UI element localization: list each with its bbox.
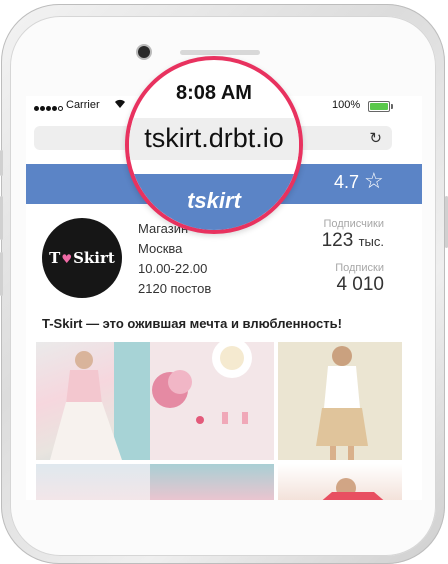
followers-label: Подписчики — [323, 218, 384, 230]
profile-post-count: 2120 постов — [138, 281, 212, 296]
front-camera — [138, 46, 150, 58]
followers-stat[interactable]: Подписчики 123 тыс. — [322, 218, 384, 253]
avatar[interactable]: T♥Skirt — [42, 218, 122, 298]
battery-percent: 100% — [332, 99, 361, 111]
reload-icon[interactable]: ↻ — [369, 129, 382, 147]
photo-grid — [26, 342, 422, 500]
brand-name: tskirt — [187, 188, 241, 213]
following-stat[interactable]: Подписки 4 010 — [335, 262, 384, 296]
speaker-grille — [180, 50, 260, 55]
followers-unit: тыс. — [358, 234, 384, 249]
photo-tile[interactable] — [36, 464, 154, 500]
photo-tile[interactable] — [278, 464, 402, 500]
heart-icon: ♥ — [61, 252, 73, 266]
profile-city: Москва — [138, 241, 183, 256]
photo-tile[interactable] — [150, 342, 274, 460]
signal-dots — [34, 102, 64, 114]
phone-frame: Carrier 100% ↻ 4.7 ☆ T♥Skirt Магазин Мос… — [0, 0, 448, 564]
rating-value: 4.7 — [334, 172, 360, 192]
url-text: tskirt.drbt.io — [144, 123, 284, 153]
battery-icon — [368, 101, 393, 112]
following-label: Подписки — [335, 262, 384, 274]
mute-switch — [0, 150, 3, 176]
volume-down-button — [0, 252, 3, 296]
profile-bio: T-Skirt — это ожившая мечта и влюбленнос… — [42, 316, 342, 331]
address-field[interactable]: tskirt.drbt.io — [129, 118, 299, 160]
following-value: 4 010 — [336, 274, 384, 295]
photo-tile[interactable] — [150, 464, 274, 500]
profile-hours: 10.00-22.00 — [138, 261, 208, 276]
followers-value: 123 — [321, 230, 354, 251]
volume-up-button — [0, 196, 3, 240]
url-magnifier-callout: 8:08 AM tskirt.drbt.io tskirt — [125, 56, 303, 234]
star-outline-icon[interactable]: ☆ — [364, 168, 384, 194]
carrier-label: Carrier — [66, 99, 100, 111]
brand-logo: T♥Skirt — [49, 249, 115, 267]
status-time: 8:08 AM — [176, 82, 252, 104]
wifi-icon — [114, 99, 126, 112]
photo-tile[interactable] — [36, 342, 154, 460]
photo-tile[interactable] — [278, 342, 402, 460]
